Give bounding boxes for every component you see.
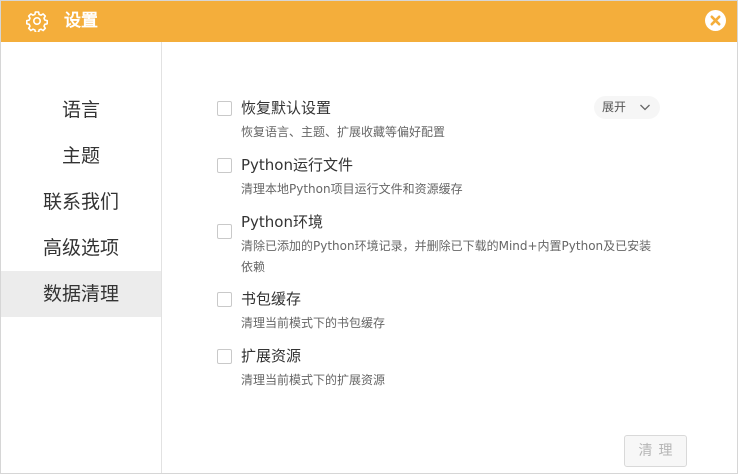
- bag-cache-checkbox[interactable]: [217, 292, 232, 307]
- option-description: 清理本地Python项目运行文件和资源缓存: [241, 182, 463, 196]
- gear-icon: [26, 10, 48, 34]
- sidebar-item-data-cleanup[interactable]: 数据清理: [1, 271, 161, 317]
- close-button[interactable]: [705, 10, 726, 31]
- sidebar-item-theme[interactable]: 主题: [1, 133, 161, 179]
- window-title: 设置: [64, 11, 98, 31]
- settings-window: 设置 语言 主题 联系我们 高级选项 数据清理 恢复默认设置 恢复语言、主题、扩…: [0, 0, 738, 474]
- extension-resources-checkbox[interactable]: [217, 349, 232, 364]
- option-title: Python运行文件: [241, 156, 353, 174]
- option-title: 恢复默认设置: [241, 99, 332, 117]
- option-title: Python环境: [241, 213, 323, 231]
- settings-sidebar: 语言 主题 联系我们 高级选项 数据清理: [1, 42, 162, 473]
- sidebar-item-advanced[interactable]: 高级选项: [1, 225, 161, 271]
- chevron-down-icon: [640, 104, 650, 111]
- python-run-files-checkbox[interactable]: [217, 158, 232, 173]
- option-description: 清除已添加的Python环境记录，并删除已下载的Mind+内置Python及已安…: [241, 239, 652, 274]
- close-icon: [710, 15, 721, 26]
- title-bar: 设置: [1, 1, 737, 42]
- expand-label: 展开: [602, 100, 627, 114]
- sidebar-item-language[interactable]: 语言: [1, 87, 161, 133]
- option-description: 清理当前模式下的书包缓存: [241, 316, 386, 330]
- option-title: 书包缓存: [241, 290, 302, 308]
- expand-button[interactable]: 展开: [594, 96, 660, 119]
- restore-defaults-checkbox[interactable]: [217, 101, 232, 116]
- option-description: 清理当前模式下的扩展资源: [241, 373, 386, 387]
- data-cleanup-panel: 恢复默认设置 恢复语言、主题、扩展收藏等偏好配置 展开 Python运行文件 清…: [163, 42, 737, 473]
- clean-button[interactable]: 清理: [624, 435, 687, 467]
- option-description: 恢复语言、主题、扩展收藏等偏好配置: [241, 125, 446, 139]
- python-environment-checkbox[interactable]: [217, 224, 232, 239]
- sidebar-item-contact[interactable]: 联系我们: [1, 179, 161, 225]
- option-title: 扩展资源: [241, 347, 302, 365]
